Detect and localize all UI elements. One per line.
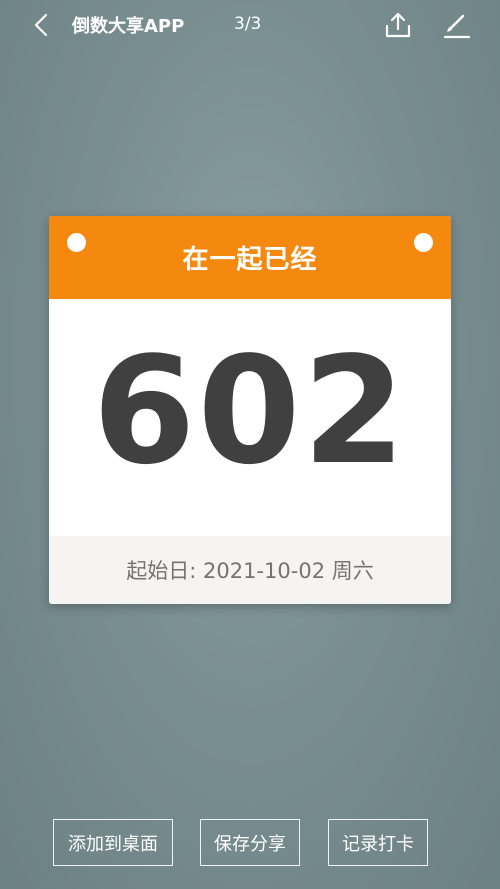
- calendar-ring-hole-right: [414, 233, 433, 252]
- save-share-button[interactable]: 保存分享: [200, 819, 300, 866]
- share-button[interactable]: [382, 8, 414, 42]
- days-count: 602: [92, 325, 408, 497]
- page-indicator: 3/3: [234, 14, 262, 34]
- app-title: 倒数大享APP: [72, 16, 185, 37]
- card-header: 在一起已经: [49, 216, 451, 299]
- upload-share-icon: [385, 12, 411, 38]
- start-date-value: 2021-10-02: [203, 559, 326, 583]
- card-title: 在一起已经: [182, 245, 318, 275]
- add-to-desktop-button[interactable]: 添加到桌面: [53, 819, 173, 866]
- check-in-button[interactable]: 记录打卡: [328, 819, 428, 866]
- start-date-line: 起始日: 2021-10-02 周六: [126, 555, 374, 585]
- pencil-icon: [443, 14, 471, 39]
- card-footer: 起始日: 2021-10-02 周六: [49, 536, 451, 604]
- countdown-card: 在一起已经 602 起始日: 2021-10-02 周六: [49, 216, 451, 604]
- back-button[interactable]: [26, 8, 56, 42]
- top-bar: 倒数大享APP 3/3: [0, 0, 500, 50]
- start-date-weekday: 周六: [331, 559, 374, 583]
- edit-button[interactable]: [440, 8, 474, 42]
- chevron-left-icon: [34, 13, 48, 37]
- calendar-ring-hole-left: [67, 233, 86, 252]
- start-date-label: 起始日:: [126, 559, 197, 583]
